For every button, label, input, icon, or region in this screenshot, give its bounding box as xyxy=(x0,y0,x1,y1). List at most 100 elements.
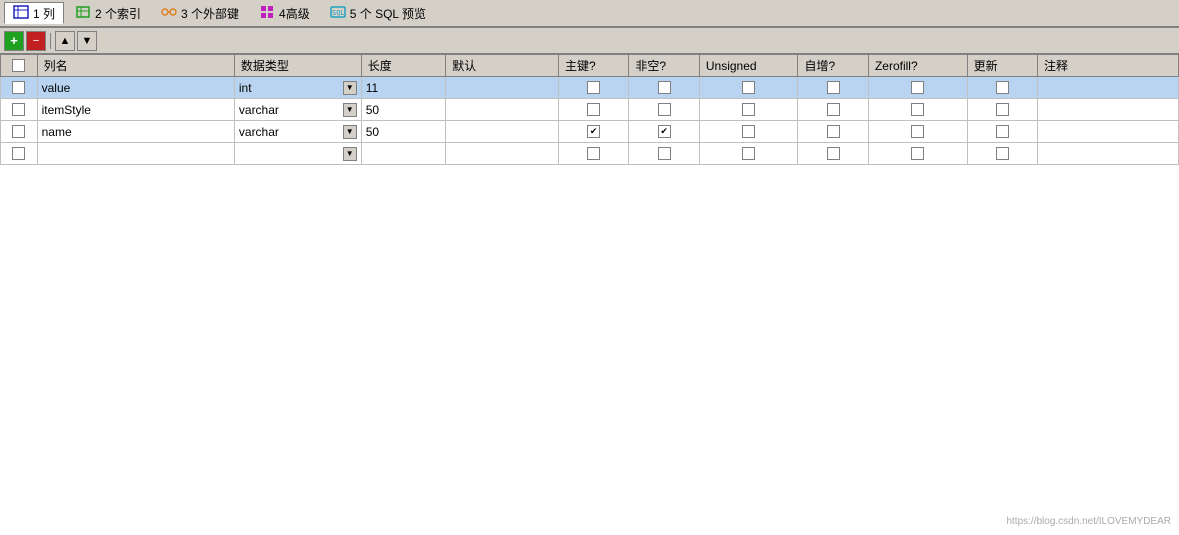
table-row: valueint▼11 xyxy=(1,77,1179,99)
row-default-cell[interactable] xyxy=(446,99,559,121)
row-length-cell[interactable]: 11 xyxy=(361,77,446,99)
row-name-cell[interactable]: itemStyle xyxy=(37,99,234,121)
type-dropdown[interactable]: ▼ xyxy=(343,103,357,117)
row-zerofill-cell xyxy=(868,77,967,99)
row-comment-cell[interactable] xyxy=(1038,99,1179,121)
tab-columns[interactable]: 1 列 xyxy=(4,2,64,24)
row-comment-cell[interactable] xyxy=(1038,77,1179,99)
autoincr-checkbox[interactable] xyxy=(827,125,840,138)
notnull-checkbox[interactable] xyxy=(658,81,671,94)
move-down-button[interactable]: ▼ xyxy=(77,31,97,51)
tab-advanced-label: 4高级 xyxy=(279,5,310,22)
row-type-cell[interactable]: varchar▼ xyxy=(234,121,361,143)
zerofill-checkbox[interactable] xyxy=(911,81,924,94)
row-pk-cell xyxy=(558,77,628,99)
row-notnull-cell xyxy=(629,77,699,99)
row-notnull-cell xyxy=(629,99,699,121)
row-name-cell[interactable]: value xyxy=(37,77,234,99)
main-content: 列名 数据类型 长度 默认 主键? 非空? Unsigned 自增? Zerof… xyxy=(0,54,1179,535)
header-checkbox[interactable] xyxy=(12,59,25,72)
svg-text:SQL: SQL xyxy=(332,9,345,17)
update-checkbox[interactable] xyxy=(996,125,1009,138)
fk-icon xyxy=(161,4,177,23)
update-checkbox[interactable] xyxy=(996,147,1009,160)
row-name-cell[interactable]: name xyxy=(37,121,234,143)
header-col-autoincr: 自增? xyxy=(798,55,868,77)
row-unsigned-cell xyxy=(699,121,798,143)
notnull-checkbox[interactable] xyxy=(658,125,671,138)
table-header-row: 列名 数据类型 长度 默认 主键? 非空? Unsigned 自增? Zerof… xyxy=(1,55,1179,77)
header-col-zerofill: Zerofill? xyxy=(868,55,967,77)
advanced-icon xyxy=(259,4,275,23)
add-row-button[interactable]: + xyxy=(4,31,24,51)
type-dropdown[interactable]: ▼ xyxy=(343,81,357,95)
row-comment-cell[interactable] xyxy=(1038,143,1179,165)
table-row: namevarchar▼50 xyxy=(1,121,1179,143)
tab-indexes[interactable]: 2 个索引 xyxy=(66,2,150,24)
header-col-notnull: 非空? xyxy=(629,55,699,77)
row-select-checkbox[interactable] xyxy=(12,81,25,94)
tab-fk[interactable]: 3 个外部键 xyxy=(152,2,248,24)
type-dropdown[interactable]: ▼ xyxy=(343,147,357,161)
toolbar-separator xyxy=(50,33,51,49)
type-text: varchar xyxy=(239,103,342,117)
header-col-comment: 注释 xyxy=(1038,55,1179,77)
autoincr-checkbox[interactable] xyxy=(827,147,840,160)
row-zerofill-cell xyxy=(868,99,967,121)
row-autoincr-cell xyxy=(798,99,868,121)
row-length-cell[interactable]: 50 xyxy=(361,121,446,143)
autoincr-checkbox[interactable] xyxy=(827,81,840,94)
row-autoincr-cell xyxy=(798,143,868,165)
row-update-cell xyxy=(967,121,1037,143)
unsigned-checkbox[interactable] xyxy=(742,81,755,94)
table-row: ▼ xyxy=(1,143,1179,165)
pk-checkbox[interactable] xyxy=(587,125,600,138)
row-pk-cell xyxy=(558,121,628,143)
row-default-cell[interactable] xyxy=(446,77,559,99)
zerofill-checkbox[interactable] xyxy=(911,147,924,160)
move-up-button[interactable]: ▲ xyxy=(55,31,75,51)
autoincr-checkbox[interactable] xyxy=(827,103,840,116)
row-type-cell[interactable]: int▼ xyxy=(234,77,361,99)
tab-sql[interactable]: SQL 5 个 SQL 预览 xyxy=(321,2,435,24)
row-select-checkbox[interactable] xyxy=(12,103,25,116)
row-type-cell[interactable]: ▼ xyxy=(234,143,361,165)
header-col-default: 默认 xyxy=(446,55,559,77)
zerofill-checkbox[interactable] xyxy=(911,125,924,138)
update-checkbox[interactable] xyxy=(996,81,1009,94)
unsigned-checkbox[interactable] xyxy=(742,103,755,116)
type-dropdown[interactable]: ▼ xyxy=(343,125,357,139)
tab-advanced[interactable]: 4高级 xyxy=(250,2,319,24)
header-col-pk: 主键? xyxy=(558,55,628,77)
row-length-cell[interactable]: 50 xyxy=(361,99,446,121)
pk-checkbox[interactable] xyxy=(587,103,600,116)
notnull-checkbox[interactable] xyxy=(658,147,671,160)
notnull-checkbox[interactable] xyxy=(658,103,671,116)
header-col-update: 更新 xyxy=(967,55,1037,77)
row-update-cell xyxy=(967,143,1037,165)
unsigned-checkbox[interactable] xyxy=(742,147,755,160)
header-checkbox-col xyxy=(1,55,38,77)
row-type-cell[interactable]: varchar▼ xyxy=(234,99,361,121)
type-text: varchar xyxy=(239,125,342,139)
row-select-checkbox[interactable] xyxy=(12,125,25,138)
row-length-cell[interactable] xyxy=(361,143,446,165)
row-checkbox-cell xyxy=(1,121,38,143)
unsigned-checkbox[interactable] xyxy=(742,125,755,138)
row-name-cell[interactable] xyxy=(37,143,234,165)
row-select-checkbox[interactable] xyxy=(12,147,25,160)
zerofill-checkbox[interactable] xyxy=(911,103,924,116)
row-default-cell[interactable] xyxy=(446,143,559,165)
row-unsigned-cell xyxy=(699,99,798,121)
header-col-type: 数据类型 xyxy=(234,55,361,77)
row-comment-cell[interactable] xyxy=(1038,121,1179,143)
row-autoincr-cell xyxy=(798,77,868,99)
pk-checkbox[interactable] xyxy=(587,81,600,94)
row-default-cell[interactable] xyxy=(446,121,559,143)
pk-checkbox[interactable] xyxy=(587,147,600,160)
row-notnull-cell xyxy=(629,143,699,165)
remove-row-button[interactable]: − xyxy=(26,31,46,51)
tab-fk-label: 3 个外部键 xyxy=(181,5,239,22)
type-text: int xyxy=(239,81,342,95)
update-checkbox[interactable] xyxy=(996,103,1009,116)
